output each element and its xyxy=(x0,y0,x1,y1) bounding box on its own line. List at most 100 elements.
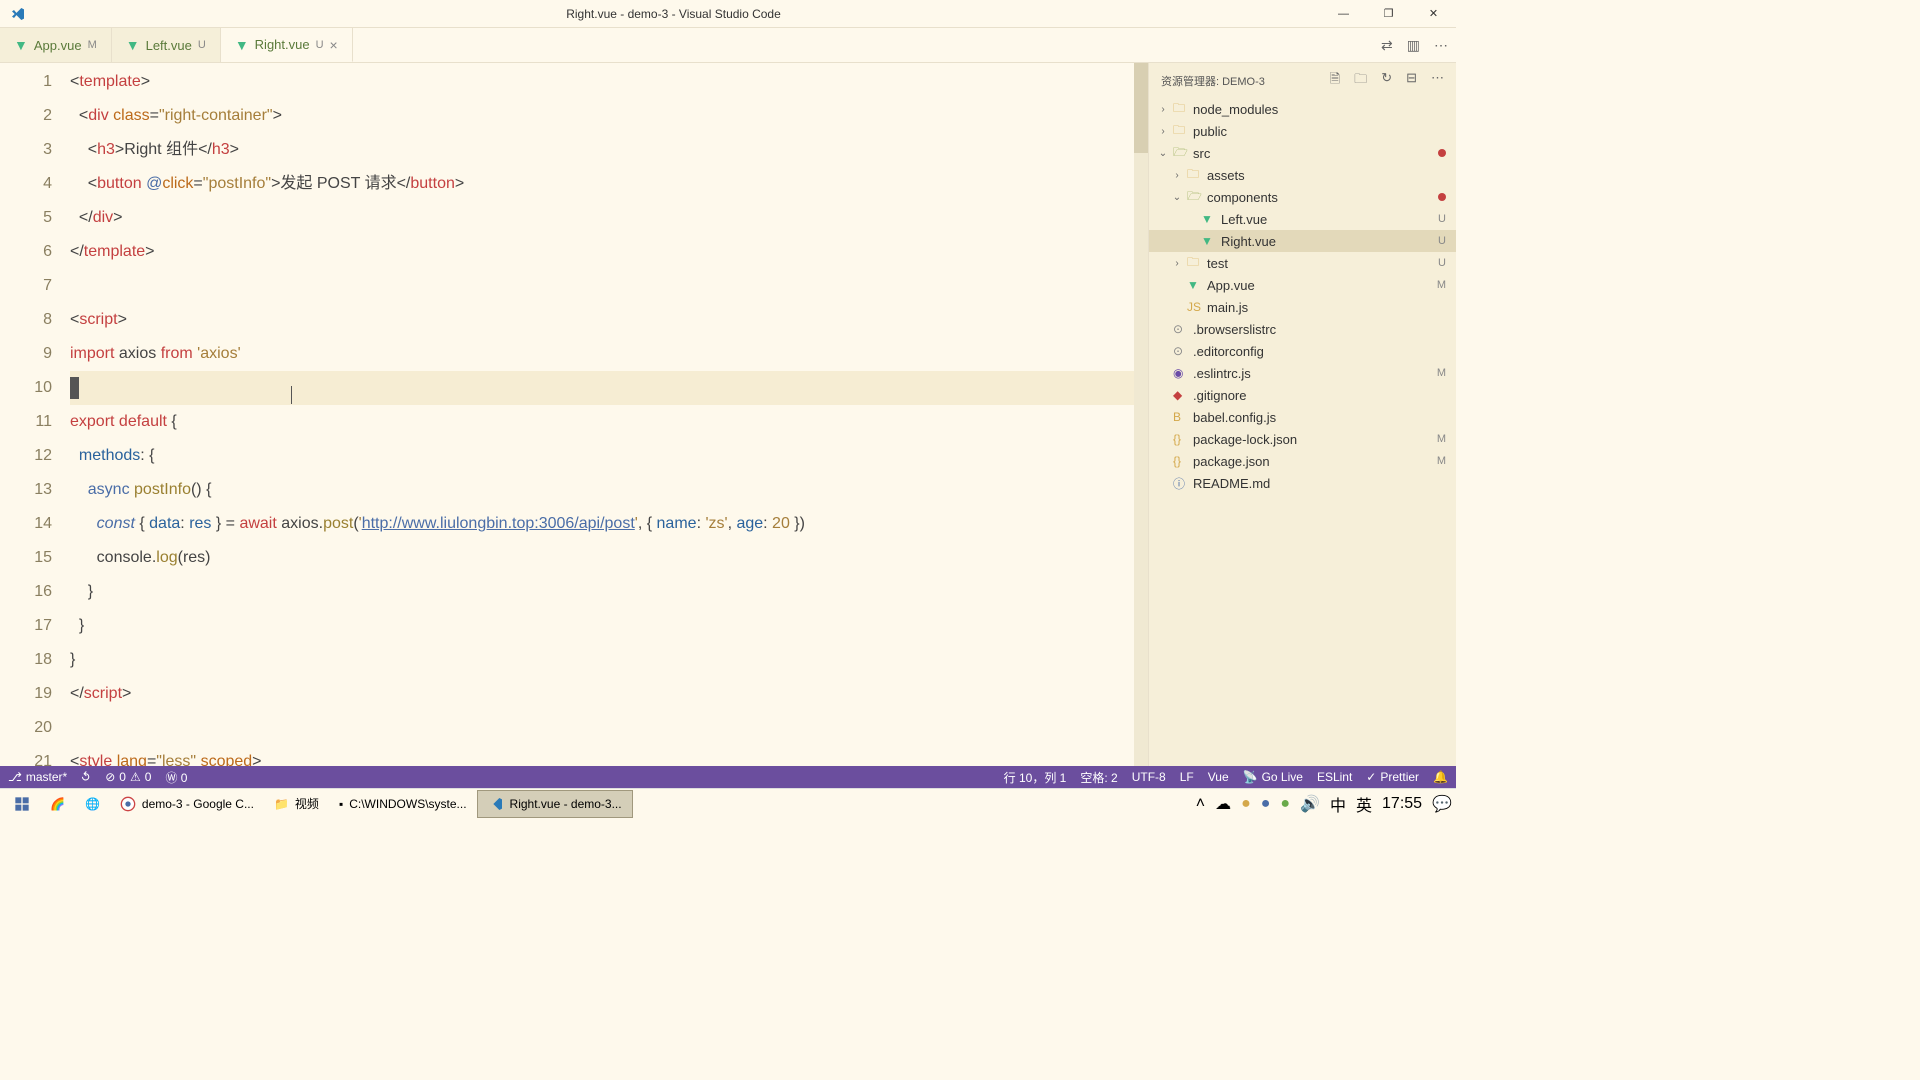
go-live-button[interactable]: 📡 Go Live xyxy=(1243,770,1303,784)
tray-icon[interactable]: ● xyxy=(1280,795,1290,813)
refresh-icon[interactable]: ↻ xyxy=(1381,70,1392,92)
prettier-status[interactable]: ✓ Prettier xyxy=(1366,770,1419,784)
tabs-bar: ▼ App.vue M ▼ Left.vue U ▼ Right.vue U ×… xyxy=(0,28,1456,63)
tray-icon[interactable]: ● xyxy=(1261,795,1271,813)
vue-icon: ▼ xyxy=(235,37,249,53)
file-name: babel.config.js xyxy=(1193,410,1456,425)
eslint-status[interactable]: ESLint xyxy=(1317,770,1352,784)
tree-item-babel-config-js[interactable]: Bbabel.config.js xyxy=(1149,406,1456,428)
tree-item--gitignore[interactable]: ◆.gitignore xyxy=(1149,384,1456,406)
tab-status: M xyxy=(88,39,97,51)
tray-icon[interactable]: 🔊 xyxy=(1300,794,1320,814)
eol[interactable]: LF xyxy=(1180,770,1194,784)
file-name: assets xyxy=(1207,168,1456,183)
tray-ime[interactable]: 英 xyxy=(1356,792,1372,816)
more-icon[interactable]: ⋯ xyxy=(1431,70,1444,92)
tab-right-vue[interactable]: ▼ Right.vue U × xyxy=(221,28,353,62)
title-bar: Right.vue - demo-3 - Visual Studio Code … xyxy=(0,0,1456,28)
tree-item-left-vue[interactable]: ▼Left.vueU xyxy=(1149,208,1456,230)
vscode-icon xyxy=(10,6,26,22)
collapse-icon[interactable]: ⊟ xyxy=(1406,70,1417,92)
minimize-button[interactable]: — xyxy=(1321,0,1366,28)
port-forward[interactable]: Ⓦ 0 xyxy=(165,769,187,786)
tree-item-public[interactable]: ›🗀public xyxy=(1149,120,1456,142)
tree-item-readme-md[interactable]: ⓘREADME.md xyxy=(1149,472,1456,494)
tab-left-vue[interactable]: ▼ Left.vue U xyxy=(112,28,221,62)
tree-item-right-vue[interactable]: ▼Right.vueU xyxy=(1149,230,1456,252)
git-branch[interactable]: ⎇ master* xyxy=(8,770,67,784)
tree-item-test[interactable]: ›🗀testU xyxy=(1149,252,1456,274)
taskbar-edge[interactable]: 🌐 xyxy=(75,790,110,818)
chevron-icon: › xyxy=(1157,126,1169,137)
cursor-position[interactable]: 行 10，列 1 xyxy=(1004,769,1067,786)
notifications-icon[interactable]: 🔔 xyxy=(1433,770,1448,784)
taskbar-chrome[interactable]: demo-3 - Google C... xyxy=(110,790,264,818)
encoding[interactable]: UTF-8 xyxy=(1132,770,1166,784)
tray-icon[interactable]: ● xyxy=(1241,795,1251,813)
tab-status: U xyxy=(316,39,324,51)
tree-item-package-lock-json[interactable]: {}package-lock.jsonM xyxy=(1149,428,1456,450)
new-file-icon[interactable]: 🗎 xyxy=(1330,70,1340,92)
new-folder-icon[interactable]: 🗀 xyxy=(1354,70,1367,92)
file-name: package-lock.json xyxy=(1193,432,1456,447)
file-name: components xyxy=(1207,190,1456,205)
start-button[interactable] xyxy=(4,790,40,818)
window-title: Right.vue - demo-3 - Visual Studio Code xyxy=(26,7,1321,21)
file-name: main.js xyxy=(1207,300,1456,315)
windows-taskbar: 🌈 🌐 demo-3 - Google C... 📁视频 ▪C:\WINDOWS… xyxy=(0,788,1456,818)
taskbar-vscode[interactable]: Right.vue - demo-3... xyxy=(477,790,633,818)
scrollbar-thumb[interactable] xyxy=(1134,63,1148,153)
close-button[interactable]: ✕ xyxy=(1411,0,1456,28)
tree-item-app-vue[interactable]: ▼App.vueM xyxy=(1149,274,1456,296)
tree-item-assets[interactable]: ›🗀assets xyxy=(1149,164,1456,186)
tray-notifications[interactable]: 💬 xyxy=(1432,794,1452,814)
more-icon[interactable]: ⋯ xyxy=(1434,37,1448,54)
taskbar-cmd[interactable]: ▪C:\WINDOWS\syste... xyxy=(329,790,477,818)
git-sync[interactable]: ↻ xyxy=(81,770,91,784)
language-mode[interactable]: Vue xyxy=(1208,770,1229,784)
vue-icon: ▼ xyxy=(126,37,140,53)
editor[interactable]: 123456789101112131415161718192021 <templ… xyxy=(0,63,1148,766)
tab-close-icon[interactable]: × xyxy=(330,37,338,53)
code-content[interactable]: <template> <div class="right-container">… xyxy=(70,63,1134,766)
indent[interactable]: 空格: 2 xyxy=(1080,769,1117,786)
file-status: M xyxy=(1437,455,1446,467)
tree-item--browserslistrc[interactable]: ⊙.browserslistrc xyxy=(1149,318,1456,340)
file-name: App.vue xyxy=(1207,278,1456,293)
file-name: .editorconfig xyxy=(1193,344,1456,359)
scrollbar[interactable] xyxy=(1134,63,1148,766)
chevron-icon: › xyxy=(1171,258,1183,269)
tree-item-node_modules[interactable]: ›🗀node_modules xyxy=(1149,98,1456,120)
split-icon[interactable]: ▥ xyxy=(1407,37,1420,54)
maximize-button[interactable]: ❐ xyxy=(1366,0,1411,28)
explorer-sidebar: 资源管理器: DEMO-3 🗎 🗀 ↻ ⊟ ⋯ ›🗀node_modules›🗀… xyxy=(1148,63,1456,766)
tray-ime[interactable]: 中 xyxy=(1330,792,1346,816)
tab-status: U xyxy=(198,39,206,51)
tree-item-src[interactable]: ⌄🗁src xyxy=(1149,142,1456,164)
tab-label: App.vue xyxy=(34,38,82,53)
explorer-title: 资源管理器: DEMO-3 xyxy=(1161,73,1330,89)
tray-icon[interactable]: ☁ xyxy=(1215,794,1231,814)
tree-item-main-js[interactable]: JSmain.js xyxy=(1149,296,1456,318)
tray-clock[interactable]: 17:55 xyxy=(1382,795,1422,813)
tree-item-package-json[interactable]: {}package.jsonM xyxy=(1149,450,1456,472)
tray-icon[interactable]: ˄ xyxy=(1196,795,1205,813)
explorer-header: 资源管理器: DEMO-3 🗎 🗀 ↻ ⊟ ⋯ xyxy=(1149,63,1456,98)
file-name: public xyxy=(1193,124,1456,139)
errors-warnings[interactable]: ⊘ 0 ⚠ 0 xyxy=(105,770,151,784)
modified-dot-icon xyxy=(1438,193,1446,201)
file-name: Left.vue xyxy=(1221,212,1456,227)
tree-item--eslintrc-js[interactable]: ◉.eslintrc.jsM xyxy=(1149,362,1456,384)
file-name: .gitignore xyxy=(1193,388,1456,403)
file-name: src xyxy=(1193,146,1456,161)
tab-app-vue[interactable]: ▼ App.vue M xyxy=(0,28,112,62)
chevron-icon: ⌄ xyxy=(1171,192,1183,203)
taskbar-item[interactable]: 🌈 xyxy=(40,790,75,818)
tree-item-components[interactable]: ⌄🗁components xyxy=(1149,186,1456,208)
file-status: M xyxy=(1437,279,1446,291)
taskbar-folder[interactable]: 📁视频 xyxy=(264,790,329,818)
tree-item--editorconfig[interactable]: ⊙.editorconfig xyxy=(1149,340,1456,362)
compare-icon[interactable]: ⇄ xyxy=(1381,37,1393,54)
vue-icon: ▼ xyxy=(14,37,28,53)
modified-dot-icon xyxy=(1438,149,1446,157)
